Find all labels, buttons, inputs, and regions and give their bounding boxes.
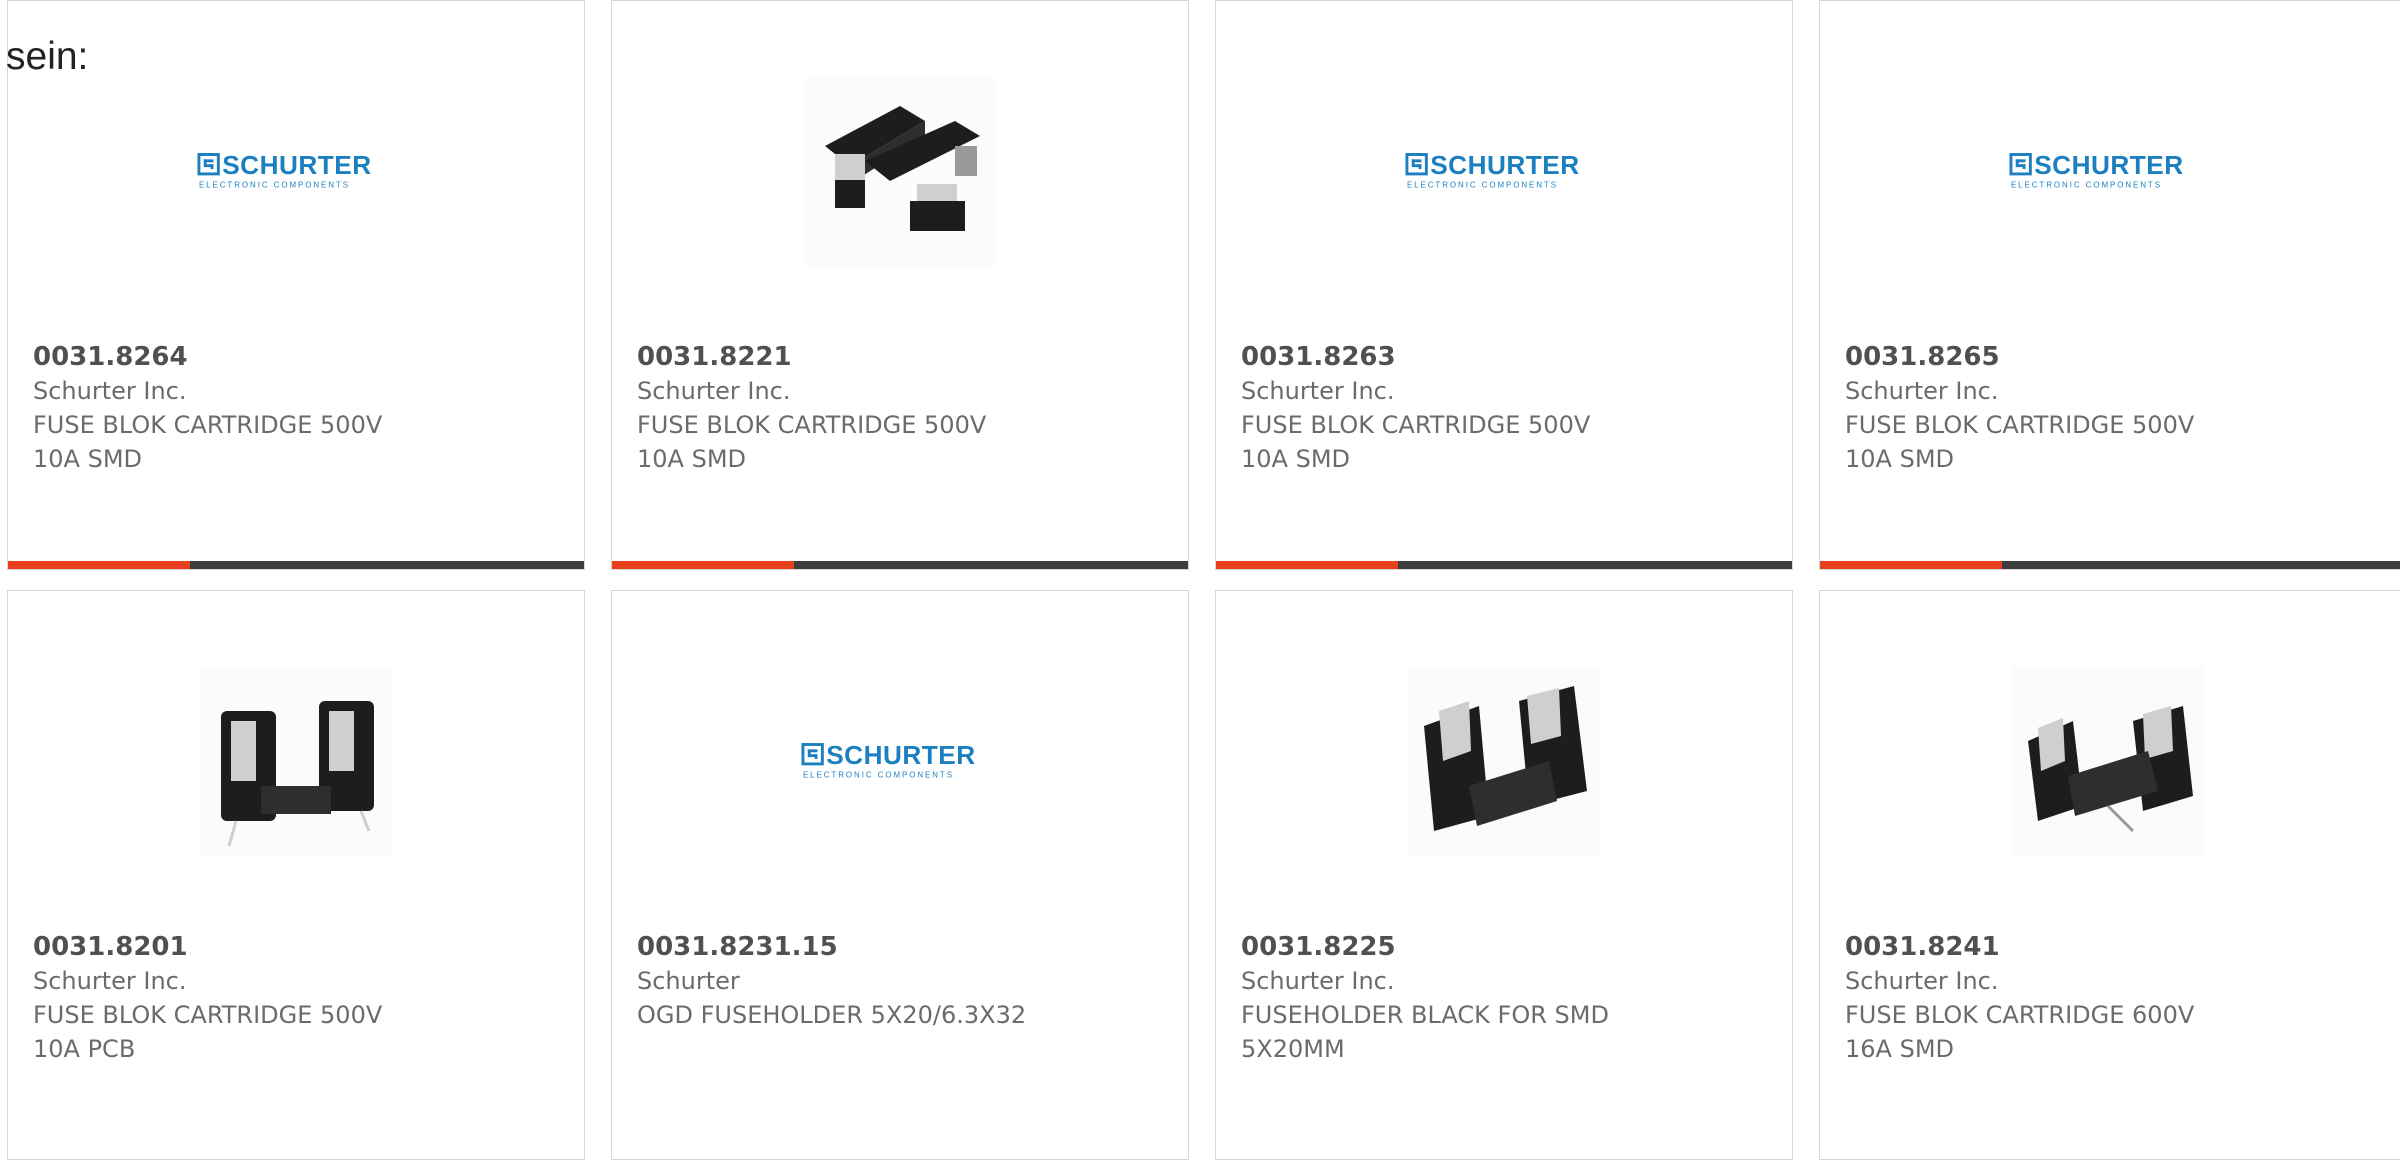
schurter-logo: SCHURTERELECTRONIC COMPONENTS: [1405, 150, 1579, 190]
fuse-block-photo: [2013, 666, 2203, 856]
part-number[interactable]: 0031.8225: [1241, 930, 1772, 964]
manufacturer: Schurter Inc.: [33, 967, 187, 995]
product-image-schurter-logo[interactable]: SCHURTER ELECTRONIC COMPONENTS: [1405, 72, 1603, 270]
svg-text:ELECTRONIC COMPONENTS: ELECTRONIC COMPONENTS: [803, 771, 954, 780]
part-number[interactable]: 0031.8241: [1845, 930, 2380, 964]
schurter-logo: SCHURTERELECTRONIC COMPONENTS: [197, 150, 371, 190]
svg-text:SCHURTER: SCHURTER: [222, 150, 371, 180]
part-number[interactable]: 0031.8265: [1845, 340, 2380, 374]
svg-text:SCHURTER: SCHURTER: [2034, 150, 2183, 180]
product-image-fuse-block[interactable]: [1405, 662, 1603, 860]
part-number[interactable]: 0031.8221: [637, 340, 1168, 374]
product-image-fuse-block[interactable]: [2009, 662, 2207, 860]
product-image-fuse-block[interactable]: [197, 662, 395, 860]
product-card[interactable]: SCHURTER ELECTRONIC COMPONENTS 0031.8263 …: [1215, 0, 1793, 570]
product-card[interactable]: 0031.8221 Schurter Inc. FUSE BLOK CARTRI…: [611, 0, 1189, 570]
description: FUSE BLOK CARTRIDGE 500V 10A SMD: [1845, 411, 2195, 473]
manufacturer: Schurter Inc.: [1845, 377, 1999, 405]
part-number[interactable]: 0031.8201: [33, 930, 564, 964]
fuse-block-photo: [1409, 666, 1599, 856]
manufacturer: Schurter Inc.: [637, 377, 791, 405]
manufacturer: Schurter Inc.: [1845, 967, 1999, 995]
svg-text:SCHURTER: SCHURTER: [826, 740, 975, 770]
svg-text:ELECTRONIC COMPONENTS: ELECTRONIC COMPONENTS: [1407, 181, 1558, 190]
manufacturer: Schurter Inc.: [33, 377, 187, 405]
part-number[interactable]: 0031.8231.15: [637, 930, 1168, 964]
card-accent-bar: [1216, 561, 1398, 569]
fuse-block-photo: [201, 666, 391, 856]
manufacturer: Schurter: [637, 967, 740, 995]
product-image-fuse-block[interactable]: [801, 72, 999, 270]
part-number[interactable]: 0031.8263: [1241, 340, 1772, 374]
card-bottom-bar: [8, 561, 584, 569]
card-accent-bar: [1820, 561, 2002, 569]
description: FUSE BLOK CARTRIDGE 500V 10A SMD: [1241, 411, 1591, 473]
schurter-logo: SCHURTERELECTRONIC COMPONENTS: [2009, 150, 2183, 190]
card-bottom-bar: [1820, 561, 2400, 569]
description: FUSE BLOK CARTRIDGE 500V 10A PCB: [33, 1001, 383, 1063]
product-card[interactable]: 0031.8225 Schurter Inc. FUSEHOLDER BLACK…: [1215, 590, 1793, 1160]
description: FUSE BLOK CARTRIDGE 500V 10A SMD: [637, 411, 987, 473]
intro-text: sein:: [6, 35, 89, 78]
product-card[interactable]: 0031.8241 Schurter Inc. FUSE BLOK CARTRI…: [1819, 590, 2400, 1160]
product-card[interactable]: SCHURTER ELECTRONIC COMPONENTS 0031.8265 …: [1819, 0, 2400, 570]
description: FUSE BLOK CARTRIDGE 600V 16A SMD: [1845, 1001, 2195, 1063]
svg-text:ELECTRONIC COMPONENTS: ELECTRONIC COMPONENTS: [199, 181, 350, 190]
fuse-block-photo: [805, 76, 995, 266]
card-bottom-bar: [1216, 561, 1792, 569]
product-image-schurter-logo[interactable]: SCHURTER ELECTRONIC COMPONENTS: [801, 662, 999, 860]
product-card[interactable]: 0031.8201 Schurter Inc. FUSE BLOK CARTRI…: [7, 590, 585, 1160]
product-card[interactable]: SCHURTER ELECTRONIC COMPONENTS 0031.8264 …: [7, 0, 585, 570]
card-bottom-bar: [612, 561, 1188, 569]
description: FUSE BLOK CARTRIDGE 500V 10A SMD: [33, 411, 383, 473]
svg-text:ELECTRONIC COMPONENTS: ELECTRONIC COMPONENTS: [2011, 181, 2162, 190]
product-image-schurter-logo[interactable]: SCHURTER ELECTRONIC COMPONENTS: [2009, 72, 2207, 270]
manufacturer: Schurter Inc.: [1241, 967, 1395, 995]
svg-text:SCHURTER: SCHURTER: [1430, 150, 1579, 180]
product-card[interactable]: SCHURTER ELECTRONIC COMPONENTS 0031.8231.…: [611, 590, 1189, 1160]
description: OGD FUSEHOLDER 5X20/6.3X32: [637, 1001, 1027, 1029]
manufacturer: Schurter Inc.: [1241, 377, 1395, 405]
card-accent-bar: [8, 561, 190, 569]
card-accent-bar: [612, 561, 794, 569]
description: FUSEHOLDER BLACK FOR SMD 5X20MM: [1241, 1001, 1609, 1063]
schurter-logo: SCHURTERELECTRONIC COMPONENTS: [801, 740, 975, 780]
product-image-schurter-logo[interactable]: SCHURTER ELECTRONIC COMPONENTS: [197, 72, 395, 270]
part-number[interactable]: 0031.8264: [33, 340, 564, 374]
